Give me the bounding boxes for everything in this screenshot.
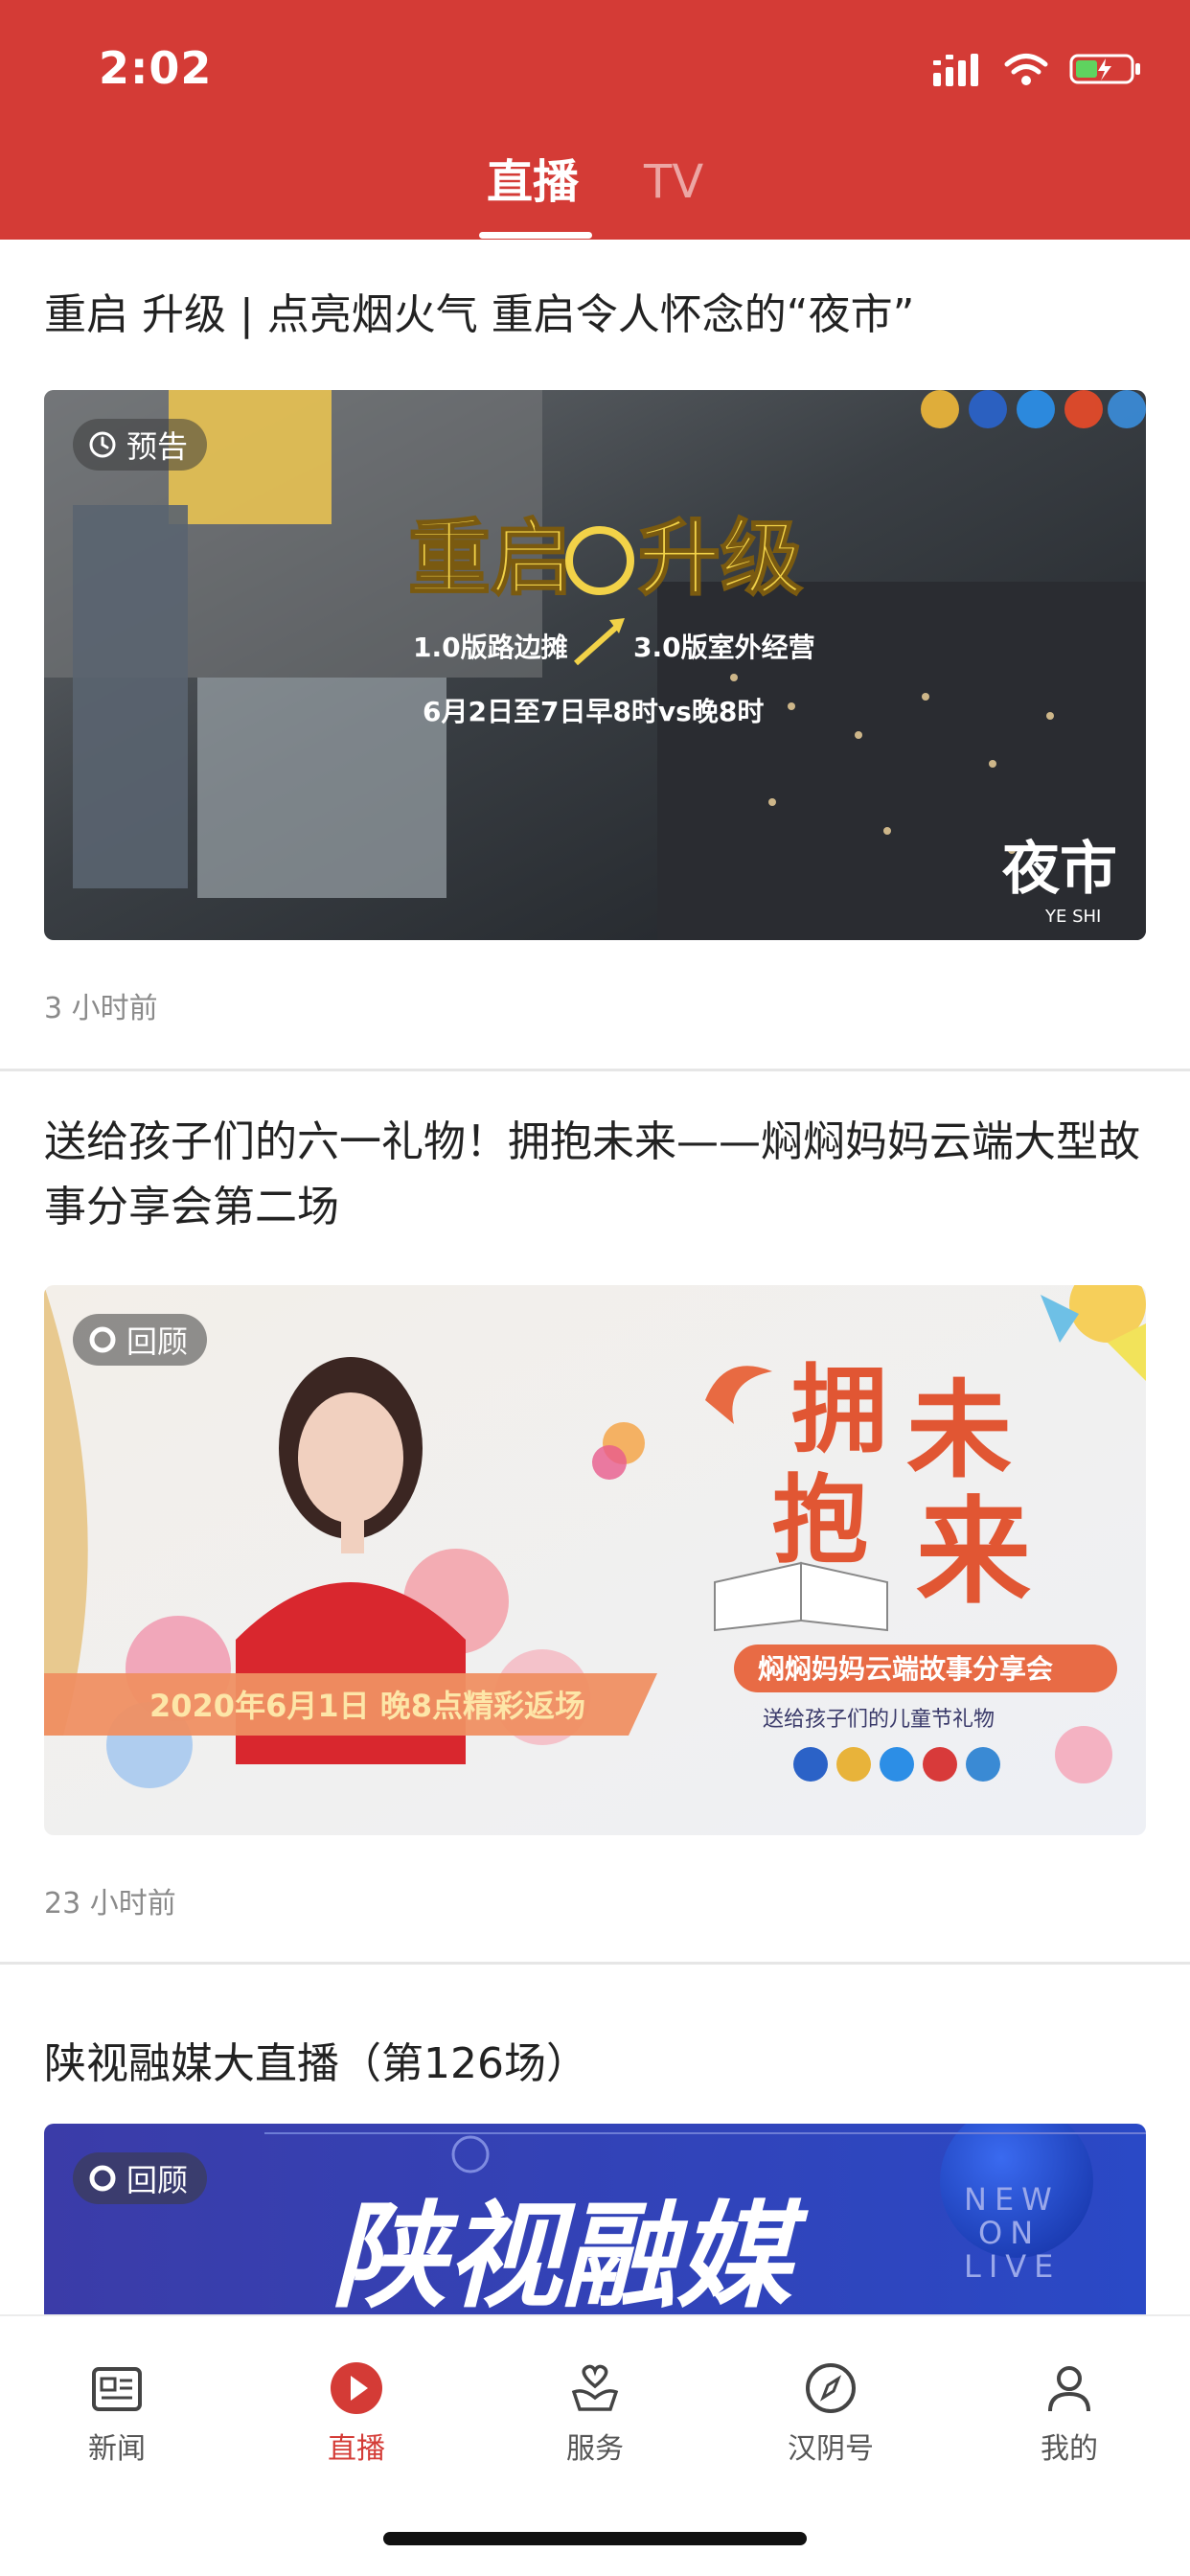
nav-label: 我的	[1041, 2432, 1098, 2466]
signal-icon	[933, 54, 978, 86]
image-headline: 重启	[408, 511, 573, 607]
card-thumbnail[interactable]: 拥 未 抱 来 焖焖妈妈云端故事分享会 送给孩子们的儿童节礼物 2020年6月1…	[44, 1285, 1146, 1835]
card-thumbnail[interactable]: 陕视融媒 NEW ON LIVE 回顾	[44, 2124, 1146, 2314]
image-banner: 2020年6月1日 晚8点精彩返场	[149, 1688, 585, 1724]
badge-label: 预告	[126, 428, 189, 465]
tab-tv[interactable]: TV	[644, 153, 703, 211]
image-headline: 陕视融媒	[332, 2191, 809, 2314]
heart-hand-icon	[571, 2364, 619, 2411]
badge-label: 回顾	[126, 2162, 189, 2198]
nav-label: 新闻	[88, 2432, 146, 2466]
active-tab-indicator	[479, 232, 592, 239]
status-badge: 回顾	[73, 1314, 208, 1366]
night-market-image: 重启 升级 1.0版路边摊 3.0版室外经营 6月2日至7日早8时vs晚8时 夜…	[44, 390, 1146, 940]
replay-icon	[89, 1326, 116, 1353]
home-indicator[interactable]	[383, 2532, 807, 2545]
image-title-char-2: 未	[906, 1369, 1012, 1492]
feed-card[interactable]: 陕视融媒大直播（第126场） 陕视融媒 NEW ON LIVE 回顾	[0, 1965, 1190, 2314]
card-title[interactable]: 陕视融媒大直播（第126场）	[44, 2032, 1146, 2097]
image-headline-2: 升级	[638, 511, 803, 607]
nav-label: 直播	[328, 2432, 385, 2466]
live-feed: 重启 升级 | 点亮烟火气 重启令人怀念的“夜市” 重启 升级 1.0版路边摊 …	[0, 240, 1190, 2314]
nav-label: 汉阴号	[788, 2432, 874, 2466]
play-icon	[331, 2362, 382, 2414]
image-line2: 6月2日至7日早8时vs晚8时	[423, 696, 764, 727]
app-header: 2:02 直播 TV	[0, 0, 1190, 240]
replay-icon	[89, 2165, 116, 2192]
nav-item-mine[interactable]: 我的	[993, 2359, 1146, 2474]
nav-item-news[interactable]: 新闻	[40, 2359, 194, 2474]
clock-icon	[89, 431, 116, 458]
image-corner-text: 夜市	[1001, 836, 1117, 903]
image-corner-sub: YE SHI	[1044, 907, 1101, 927]
status-badge: 预告	[73, 419, 208, 471]
nav-item-services[interactable]: 服务	[518, 2359, 672, 2474]
top-tabs: 直播 TV	[0, 144, 1190, 240]
nav-item-live[interactable]: 直播	[280, 2359, 433, 2474]
battery-icon	[1069, 54, 1140, 84]
badge-label: 回顾	[126, 1323, 189, 1360]
image-line1-left: 1.0版路边摊	[413, 632, 568, 663]
image-side-line-3: LIVE	[964, 2248, 1061, 2285]
image-side-line-2: ON	[978, 2215, 1041, 2251]
card-thumbnail[interactable]: 重启 升级 1.0版路边摊 3.0版室外经营 6月2日至7日早8时vs晚8时 夜…	[44, 390, 1146, 940]
card-time-ago: 3 小时前	[44, 992, 158, 1025]
story-event-image: 拥 未 抱 来 焖焖妈妈云端故事分享会 送给孩子们的儿童节礼物 2020年6月1…	[44, 1285, 1146, 1835]
image-title-char-3: 抱	[772, 1464, 868, 1576]
user-icon	[1048, 2366, 1090, 2412]
status-badge: 回顾	[73, 2152, 208, 2204]
card-time-ago: 23 小时前	[44, 1887, 176, 1920]
card-title[interactable]: 送给孩子们的六一礼物！拥抱未来——焖焖妈妈云端大型故事分享会第二场	[44, 1110, 1146, 1240]
image-title-char-1: 拥	[791, 1354, 887, 1466]
wifi-icon	[1004, 54, 1048, 85]
image-title-char-4: 来	[916, 1486, 1031, 1620]
card-title[interactable]: 重启 升级 | 点亮烟火气 重启令人怀念的“夜市”	[44, 283, 1146, 348]
image-tagline: 送给孩子们的儿童节礼物	[763, 1708, 995, 1732]
compass-icon	[806, 2363, 856, 2413]
nav-item-hanyin[interactable]: 汉阴号	[754, 2359, 907, 2474]
feed-card[interactable]: 送给孩子们的六一礼物！拥抱未来——焖焖妈妈云端大型故事分享会第二场 拥 未 抱 …	[0, 1071, 1190, 1967]
image-side-line-1: NEW	[964, 2181, 1060, 2218]
live-broadcast-image: 陕视融媒 NEW ON LIVE	[44, 2124, 1146, 2314]
status-time: 2:02	[99, 42, 213, 94]
tab-live[interactable]: 直播	[487, 153, 579, 211]
newspaper-icon	[92, 2367, 142, 2411]
nav-label: 服务	[566, 2432, 624, 2466]
image-line1-right: 3.0版室外经营	[633, 632, 815, 663]
image-subtitle: 焖焖妈妈云端故事分享会	[758, 1653, 1053, 1685]
status-icons	[933, 50, 1142, 88]
feed-card[interactable]: 重启 升级 | 点亮烟火气 重启令人怀念的“夜市” 重启 升级 1.0版路边摊 …	[0, 240, 1190, 1073]
